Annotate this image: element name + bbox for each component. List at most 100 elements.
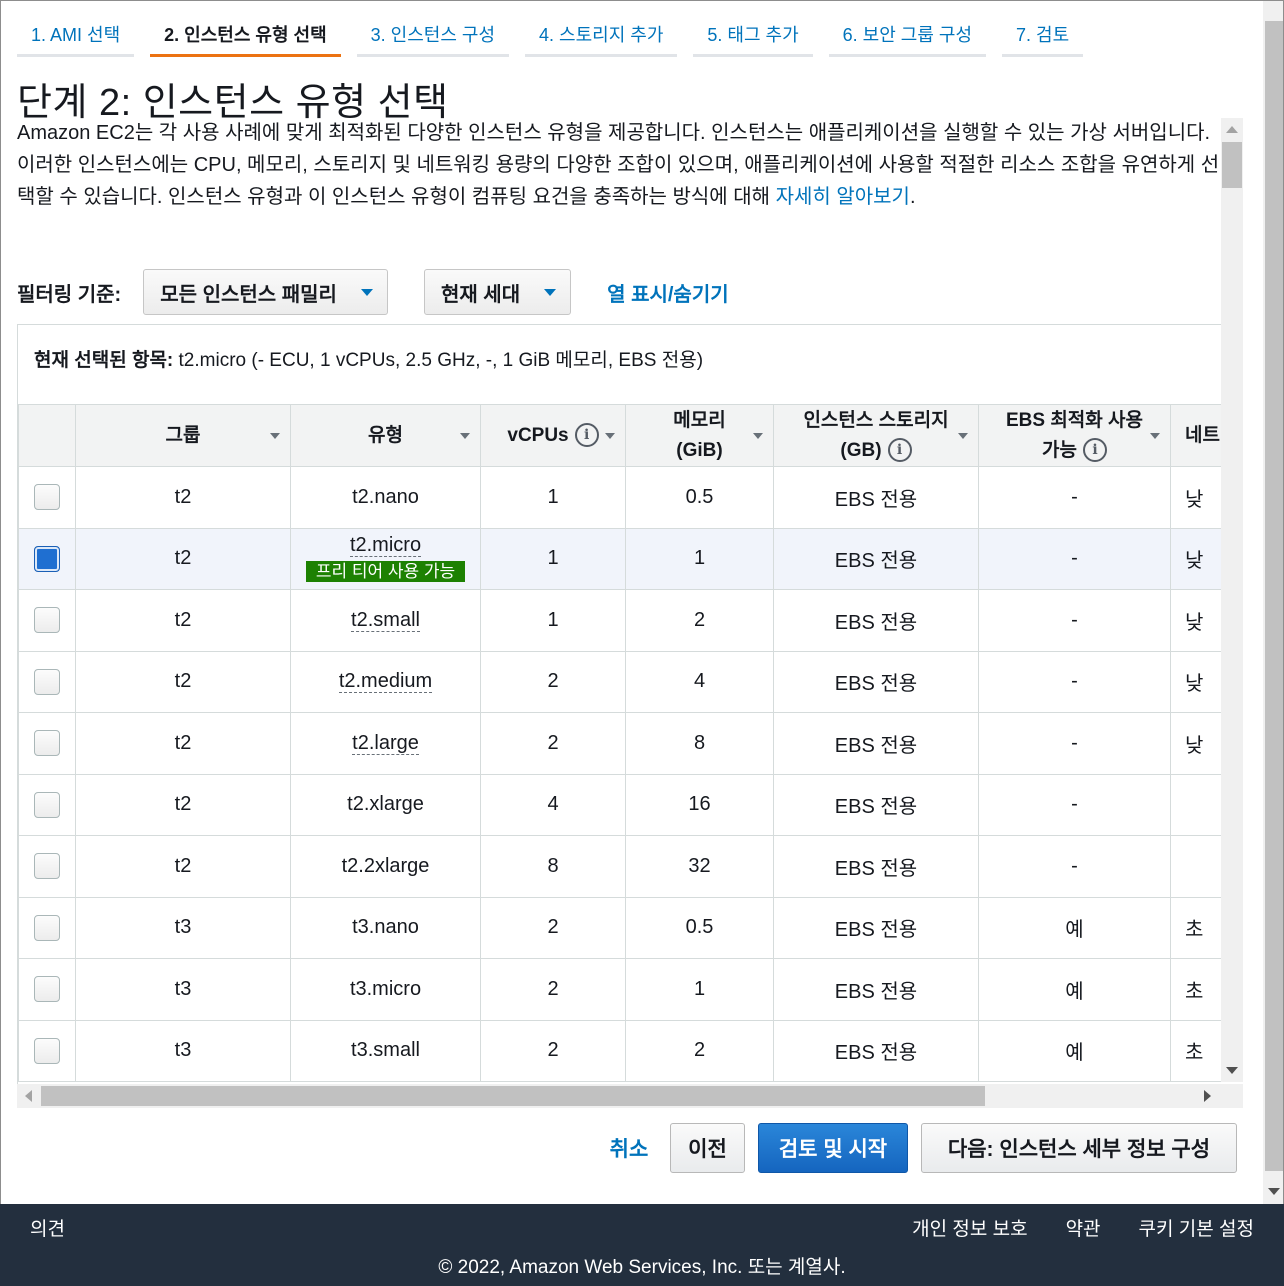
scroll-thumb[interactable] [41,1086,985,1106]
row-select-cell[interactable] [18,589,76,652]
header-instance-storage[interactable]: 인스턴스 스토리지 (GB) i [773,404,979,467]
learn-more-link[interactable]: 자세히 알아보기 [776,186,910,208]
row-checkbox[interactable] [34,976,60,1003]
table-vertical-scrollbar[interactable] [1221,118,1243,1082]
info-icon[interactable]: i [887,438,912,463]
current-selection: 현재 선택된 항목: t2.micro (- ECU, 1 vCPUs, 2.5… [17,324,1221,404]
wizard-step-configure[interactable]: 3. 인스턴스 구성 [356,9,510,57]
scroll-right-icon[interactable] [1204,1090,1211,1102]
row-checkbox[interactable] [34,668,60,695]
table-row[interactable]: t3 t3.small 2 2 EBS 전용 예 초 [18,1019,1221,1082]
row-select-cell[interactable] [18,650,76,713]
row-select-cell[interactable] [18,835,76,898]
row-checkbox[interactable] [34,545,60,572]
table-row[interactable]: t3 t3.nano 2 0.5 EBS 전용 예 초 [18,896,1221,959]
cell-vcpus: 4 [480,773,626,836]
row-checkbox[interactable] [34,484,60,511]
instance-family-select[interactable]: 모든 인스턴스 패밀리 [143,269,388,315]
row-select-cell[interactable] [18,896,76,959]
cell-vcpus: 1 [480,589,626,652]
scroll-down-icon[interactable] [1268,1188,1280,1195]
cell-memory: 8 [625,712,774,775]
table-row[interactable]: t3 t3.micro 2 1 EBS 전용 예 초 [18,958,1221,1021]
row-select-cell[interactable] [18,712,76,775]
next-configure-details-button[interactable]: 다음: 인스턴스 세부 정보 구성 [921,1123,1237,1173]
cookie-preferences-link[interactable]: 쿠키 기본 설정 [1139,1214,1254,1241]
row-select-cell[interactable] [18,958,76,1021]
generation-select[interactable]: 현재 세대 [423,269,572,315]
chevron-down-icon [360,288,373,296]
cell-ebs-optimized: - [978,835,1171,898]
cancel-button[interactable]: 취소 [601,1123,657,1173]
instance-type-name: t3.small [351,1039,420,1062]
wizard-step-storage[interactable]: 4. 스토리지 추가 [525,9,678,57]
table-row[interactable]: t2 t2.large 2 8 EBS 전용 - 낮 [18,712,1221,775]
header-network[interactable]: 네트 [1170,404,1221,467]
scroll-thumb[interactable] [1222,142,1242,188]
table-row[interactable]: t2 t2.2xlarge 8 32 EBS 전용 - [18,835,1221,898]
footer-links: 개인 정보 보호 약관 쿠키 기본 설정 [874,1214,1254,1241]
table-row[interactable]: t2 t2.xlarge 4 16 EBS 전용 - [18,773,1221,836]
row-select-cell[interactable] [18,466,76,529]
terms-link[interactable]: 약관 [1066,1214,1101,1241]
wizard-step-instance-type[interactable]: 2. 인스턴스 유형 선택 [150,9,341,57]
privacy-link[interactable]: 개인 정보 보호 [912,1214,1027,1241]
table-row[interactable]: t2 t2.nano 1 0.5 EBS 전용 - 낮 [18,466,1221,529]
row-checkbox[interactable] [34,607,60,634]
header-type[interactable]: 유형 [290,404,481,467]
feedback-link[interactable]: 의견 [30,1214,65,1241]
previous-button[interactable]: 이전 [670,1123,745,1173]
scroll-up-icon[interactable] [1226,126,1238,133]
header-ebs-optimized[interactable]: EBS 최적화 사용 가능 i [978,404,1171,467]
wizard-step-review[interactable]: 7. 검토 [1002,9,1084,57]
instance-type-name: t2.2xlarge [341,854,430,877]
review-and-launch-button[interactable]: 검토 및 시작 [758,1123,908,1173]
cell-vcpus: 2 [480,650,626,713]
info-icon[interactable]: i [574,423,599,448]
cell-group: t3 [75,896,291,959]
sort-icon [605,433,615,439]
info-icon[interactable]: i [1082,438,1107,463]
row-select-cell[interactable] [18,773,76,836]
wizard-step-security-group[interactable]: 6. 보안 그룹 구성 [828,9,987,57]
page-vertical-scrollbar[interactable] [1263,1,1283,1204]
cell-group: t2 [75,712,291,775]
instance-type-name: t2.xlarge [347,793,424,816]
cell-instance-storage: EBS 전용 [773,958,979,1021]
row-select-cell[interactable] [18,1019,76,1082]
cell-type: t3.small [290,1019,481,1082]
scroll-down-icon[interactable] [1226,1067,1238,1074]
cell-network: 낮 [1170,650,1221,713]
scroll-thumb[interactable] [1265,21,1283,1171]
cell-group: t3 [75,1019,291,1082]
row-checkbox[interactable] [34,791,60,818]
toggle-columns-link[interactable]: 열 표시/숨기기 [607,278,729,307]
cell-network: 낮 [1170,712,1221,775]
header-vcpus[interactable]: vCPUs i [480,404,626,467]
cell-ebs-optimized: - [978,712,1171,775]
free-tier-badge: 프리 티어 사용 가능 [305,561,466,583]
sort-icon [270,433,280,439]
scroll-left-icon[interactable] [25,1090,32,1102]
row-checkbox[interactable] [34,853,60,880]
header-vcpus-label: vCPUs [507,424,569,446]
filter-row: 필터링 기준: 모든 인스턴스 패밀리 현재 세대 열 표시/숨기기 [17,269,729,315]
cell-ebs-optimized: 예 [978,896,1171,959]
table-row[interactable]: t2 t2.small 1 2 EBS 전용 - 낮 [18,589,1221,652]
cell-network [1170,835,1221,898]
instance-type-name: t2.small [351,608,420,632]
row-checkbox[interactable] [34,914,60,941]
wizard-step-tags[interactable]: 5. 태그 추가 [693,9,813,57]
header-group[interactable]: 그룹 [75,404,291,467]
header-memory[interactable]: 메모리 (GiB) [625,404,774,467]
cell-type: t2.xlarge [290,773,481,836]
table-row[interactable]: t2 t2.medium 2 4 EBS 전용 - 낮 [18,650,1221,713]
cell-memory: 2 [625,589,774,652]
cell-instance-storage: EBS 전용 [773,835,979,898]
row-select-cell[interactable] [18,527,76,590]
row-checkbox[interactable] [34,1037,60,1064]
table-horizontal-scrollbar[interactable] [17,1084,1243,1108]
table-row[interactable]: t2 t2.micro 프리 티어 사용 가능 1 1 EBS 전용 - 낮 [18,527,1221,590]
row-checkbox[interactable] [34,730,60,757]
wizard-step-ami[interactable]: 1. AMI 선택 [17,9,135,57]
